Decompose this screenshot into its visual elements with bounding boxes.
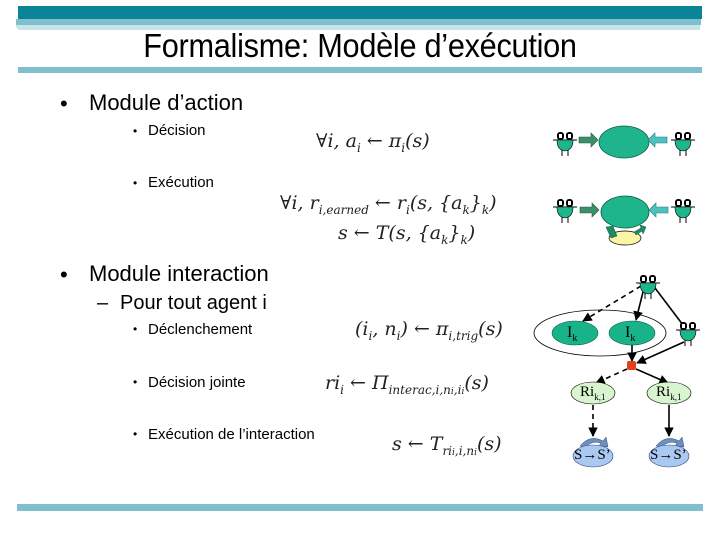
arrow-left-icon [648,202,669,218]
transition-node-2-label: S→S’ [650,447,687,463]
action-ellipse [600,195,650,229]
footer-divider [17,504,703,511]
agent-icon [670,131,696,157]
action-ellipse [598,125,650,159]
agent-icon [670,198,696,224]
arrow-right-icon [578,132,599,148]
agent-icon [552,131,578,157]
agent-icon [675,321,701,347]
interaction-node-1-label: Ik [567,324,578,345]
agent-icon [552,198,578,224]
arrow-left-icon [647,132,668,148]
transition-node-1-label: S→S’ [574,447,611,463]
result-node-1-label: Rik,1 [580,384,606,402]
interaction-diagram [533,285,692,468]
interaction-node-2-label: Ik [625,324,636,345]
junction-node [627,361,636,370]
result-node-2-label: Rik,1 [656,384,682,402]
arrow-right-icon [579,202,600,218]
action-diagram [533,125,701,468]
